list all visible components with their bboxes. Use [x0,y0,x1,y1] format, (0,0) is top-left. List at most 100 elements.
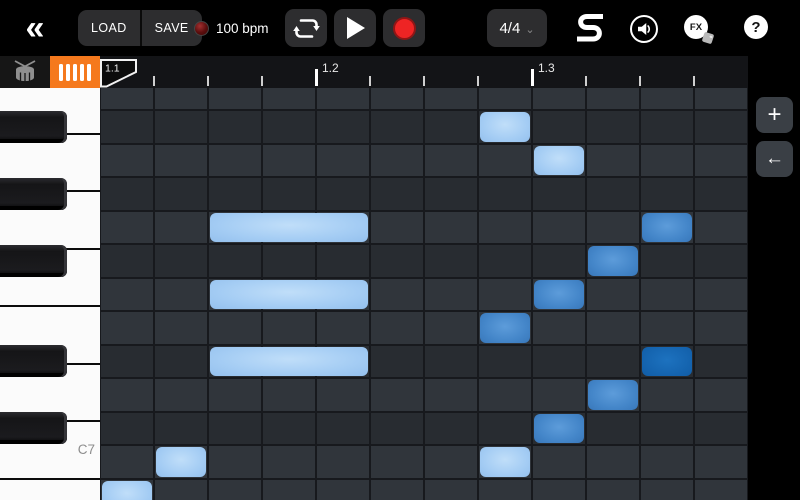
grid-cell[interactable] [424,88,478,110]
add-button[interactable]: + [756,97,793,133]
grid-cell[interactable] [694,478,748,500]
grid-cell[interactable] [316,445,370,479]
grid-cell[interactable] [208,411,262,445]
grid-cell[interactable] [100,110,154,144]
grid-cell[interactable] [154,311,208,345]
grid-cell[interactable] [640,411,694,445]
grid-cell[interactable] [154,411,208,445]
grid-cell[interactable] [478,177,532,211]
grid-cell[interactable] [262,411,316,445]
grid-cell[interactable] [316,143,370,177]
grid-cell[interactable] [100,277,154,311]
grid-cell[interactable] [208,110,262,144]
grid-cell[interactable] [316,244,370,278]
grid-cell[interactable] [424,277,478,311]
grid-cell[interactable] [586,478,640,500]
grid-cell[interactable] [208,244,262,278]
grid-cell[interactable] [370,177,424,211]
play-button[interactable] [334,9,376,47]
note-c7[interactable] [480,447,530,477]
grid-cell[interactable] [424,177,478,211]
grid-cell[interactable] [640,277,694,311]
grid-cell[interactable] [532,110,586,144]
grid-cell[interactable] [208,478,262,500]
grid-cell[interactable] [262,244,316,278]
load-button[interactable]: LOAD [78,10,140,46]
grid-cell[interactable] [640,177,694,211]
grid-cell[interactable] [640,311,694,345]
grid-cell[interactable] [370,311,424,345]
piano-black-key-gs7[interactable] [0,177,67,210]
grid-cell[interactable] [694,311,748,345]
grid-cell[interactable] [100,445,154,479]
grid-cell[interactable] [478,244,532,278]
grid-cell[interactable] [694,88,748,110]
piano-black-key-as7[interactable] [0,110,67,143]
grid-cell[interactable] [154,210,208,244]
grid-cell[interactable] [154,110,208,144]
app-logo-button[interactable] [572,11,608,45]
grid-cell[interactable] [370,88,424,110]
tab-drums[interactable] [0,56,50,88]
grid-cell[interactable] [316,88,370,110]
grid-cell[interactable] [154,478,208,500]
grid-cell[interactable] [100,244,154,278]
note-e7[interactable] [480,313,530,343]
grid-cell[interactable] [262,143,316,177]
grid-cell[interactable] [370,478,424,500]
loop-button[interactable] [285,9,327,47]
grid-cell[interactable] [640,244,694,278]
grid-cell[interactable] [424,311,478,345]
grid-cell[interactable] [694,244,748,278]
grid-cell[interactable] [586,88,640,110]
back-button[interactable]: « [12,6,56,50]
note-c7[interactable] [156,447,206,477]
grid-cell[interactable] [640,88,694,110]
note-ds7[interactable] [210,346,368,376]
note-fs7[interactable] [588,246,638,276]
grid-cell[interactable] [262,378,316,412]
grid-cell[interactable] [100,344,154,378]
note-f7[interactable] [534,279,584,309]
grid-cell[interactable] [532,378,586,412]
note-d7[interactable] [588,380,638,410]
grid-cell[interactable] [100,311,154,345]
grid-cell[interactable] [586,311,640,345]
fx-button[interactable]: FX [684,15,715,45]
back-arrow-button[interactable]: ← [756,141,793,177]
grid-cell[interactable] [370,143,424,177]
grid-cell[interactable] [424,411,478,445]
grid-cell[interactable] [694,177,748,211]
grid-cell[interactable] [316,411,370,445]
piano-black-key-cs7[interactable] [0,412,67,445]
grid-cell[interactable] [586,110,640,144]
grid-cell[interactable] [370,344,424,378]
grid-cell[interactable] [532,311,586,345]
note-as7[interactable] [480,112,530,142]
grid-cell[interactable] [316,177,370,211]
tempo-control[interactable]: 100 bpm [194,14,269,42]
grid-cell[interactable] [640,110,694,144]
grid-cell[interactable] [424,143,478,177]
grid-cell[interactable] [154,244,208,278]
grid-cell[interactable] [316,478,370,500]
note-g7[interactable] [642,212,692,242]
grid-cell[interactable] [208,378,262,412]
grid-cell[interactable] [208,177,262,211]
grid-cell[interactable] [262,110,316,144]
grid-cell[interactable] [478,378,532,412]
grid-cell[interactable] [478,277,532,311]
grid-cell[interactable] [694,143,748,177]
grid-cell[interactable] [424,445,478,479]
grid-cell[interactable] [532,244,586,278]
piano-white-key-b6[interactable] [0,479,100,500]
grid-cell[interactable] [694,411,748,445]
grid-cell[interactable] [478,210,532,244]
grid-cell[interactable] [100,177,154,211]
grid-cell[interactable] [532,445,586,479]
grid-cell[interactable] [154,143,208,177]
grid-cell[interactable] [262,311,316,345]
grid-cell[interactable] [424,210,478,244]
grid-cell[interactable] [586,344,640,378]
grid-cell[interactable] [262,478,316,500]
